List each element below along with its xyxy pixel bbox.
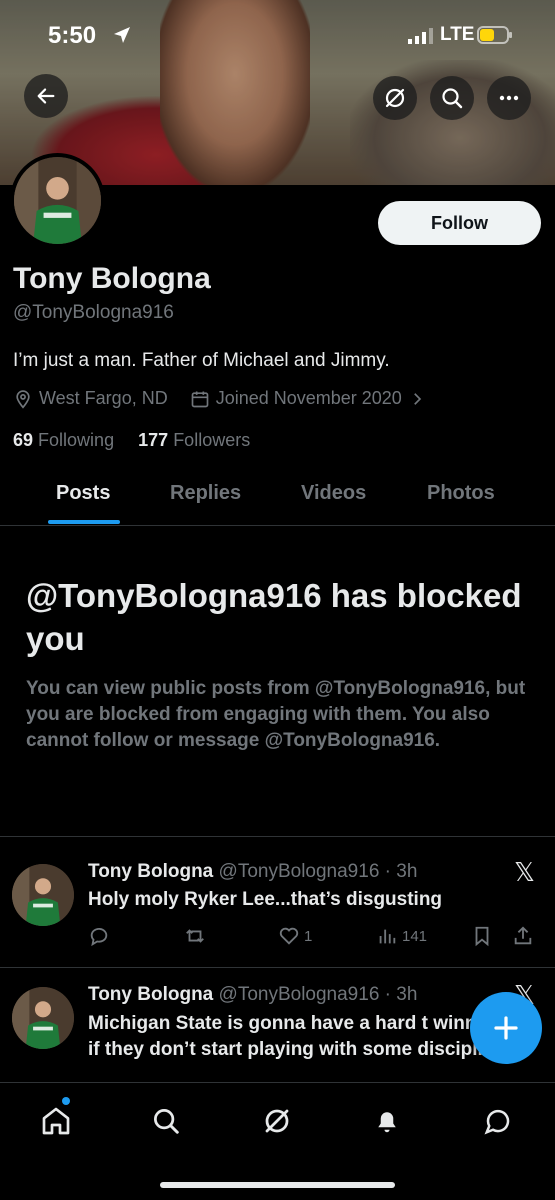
tweet-header: Tony Bologna @TonyBologna916 · 3h [88, 984, 417, 1006]
compose-button[interactable] [470, 992, 542, 1064]
tweet-avatar[interactable] [12, 987, 74, 1049]
reply-button[interactable] [88, 925, 110, 947]
views-icon [379, 929, 396, 944]
views-button[interactable]: 141 [376, 925, 427, 947]
grok-icon [265, 1109, 289, 1133]
followers-count: 177 [138, 430, 169, 450]
tab-replies[interactable]: Replies [170, 482, 241, 505]
like-count: 1 [304, 927, 313, 945]
arrow-left-icon [37, 88, 55, 104]
bell-icon [378, 1112, 396, 1133]
tab-videos[interactable]: Videos [301, 482, 366, 505]
bookmark-icon [475, 926, 489, 947]
profile-location: West Fargo, ND [39, 388, 168, 408]
followers-label: Followers [173, 430, 251, 450]
network-type: LTE [440, 24, 475, 45]
profile-handle: @TonyBologna916 [13, 302, 174, 323]
following-label: Following [38, 430, 115, 450]
nav-notifications[interactable] [367, 1101, 407, 1141]
following-link[interactable]: 69 Following [13, 430, 114, 450]
follow-counts: 69 Following 177 Followers [13, 430, 250, 451]
like-button[interactable]: 1 [278, 925, 312, 947]
tweet[interactable]: Tony Bologna @TonyBologna916 · 3h 𝕏 Holy… [0, 837, 555, 967]
chevron-right-icon[interactable] [408, 390, 426, 408]
nav-grok[interactable] [257, 1101, 297, 1141]
view-count: 141 [402, 927, 428, 945]
more-button[interactable] [487, 76, 531, 120]
status-time: 5:50 [48, 22, 97, 49]
blocked-message: You can view public posts from @TonyBolo… [26, 678, 526, 751]
location-arrow-icon [114, 27, 130, 43]
grok-button[interactable] [373, 76, 417, 120]
calendar-icon [191, 391, 209, 407]
tweet-text: Holy moly Ryker Lee...that’s disgusting [88, 889, 443, 910]
nav-search[interactable] [146, 1101, 186, 1141]
profile-avatar[interactable] [10, 153, 105, 248]
blocked-title: @TonyBologna916 has blocked you [26, 577, 522, 657]
tweet-header: Tony Bologna @TonyBologna916 · 3h [88, 861, 417, 883]
status-bar: 5:50 LTE [0, 0, 555, 72]
reply-icon [90, 927, 108, 947]
follow-button[interactable]: Follow [378, 201, 541, 245]
home-indicator [160, 1182, 395, 1188]
bookmark-button[interactable] [471, 925, 493, 947]
followers-link[interactable]: 177 Followers [138, 430, 250, 450]
home-icon [42, 1107, 70, 1135]
tweet-handle-time: @TonyBologna916 · 3h [218, 861, 418, 882]
tweet-text: Michigan State is gonna have a hard t wi… [88, 1013, 505, 1060]
repost-button[interactable] [184, 925, 206, 947]
active-tab-indicator [48, 520, 120, 524]
grok-icon [385, 88, 405, 108]
profile-bio: I’m just a man. Father of Michael and Ji… [13, 350, 390, 371]
x-logo-icon: 𝕏 [514, 857, 535, 887]
tweet-actions: 1 141 [88, 925, 538, 951]
tweet-handle-time: @TonyBologna916 · 3h [218, 984, 418, 1005]
search-button[interactable] [430, 76, 474, 120]
more-icon [499, 95, 519, 101]
profile-joined[interactable]: Joined November 2020 [216, 388, 402, 409]
heart-icon [279, 927, 299, 945]
repost-icon [186, 929, 204, 943]
tab-posts[interactable]: Posts [56, 482, 110, 505]
profile-tabs: Posts Replies Videos Photos [0, 470, 555, 526]
display-name: Tony Bologna [13, 262, 211, 295]
search-icon [442, 88, 463, 109]
tweet-author-name[interactable]: Tony Bologna [88, 984, 213, 1005]
battery-icon [477, 26, 512, 44]
search-icon [154, 1109, 179, 1134]
message-icon [484, 1109, 510, 1135]
following-count: 69 [13, 430, 34, 450]
nav-home[interactable] [36, 1101, 76, 1141]
tweet-author-name[interactable]: Tony Bologna [88, 861, 213, 882]
signal-icon [408, 28, 433, 44]
back-button[interactable] [24, 74, 68, 118]
tab-photos[interactable]: Photos [427, 482, 495, 505]
home-notification-dot [62, 1097, 70, 1105]
avatar-image [12, 987, 74, 1049]
plus-icon [494, 1016, 518, 1040]
location-pin-icon [16, 389, 30, 409]
avatar-image [12, 864, 74, 926]
profile-meta: West Fargo, ND Joined November 2020 [13, 388, 432, 409]
share-icon [514, 926, 532, 945]
avatar-image [14, 157, 101, 244]
tweet-avatar[interactable] [12, 864, 74, 926]
nav-messages[interactable] [478, 1101, 518, 1141]
share-button[interactable] [512, 925, 534, 947]
